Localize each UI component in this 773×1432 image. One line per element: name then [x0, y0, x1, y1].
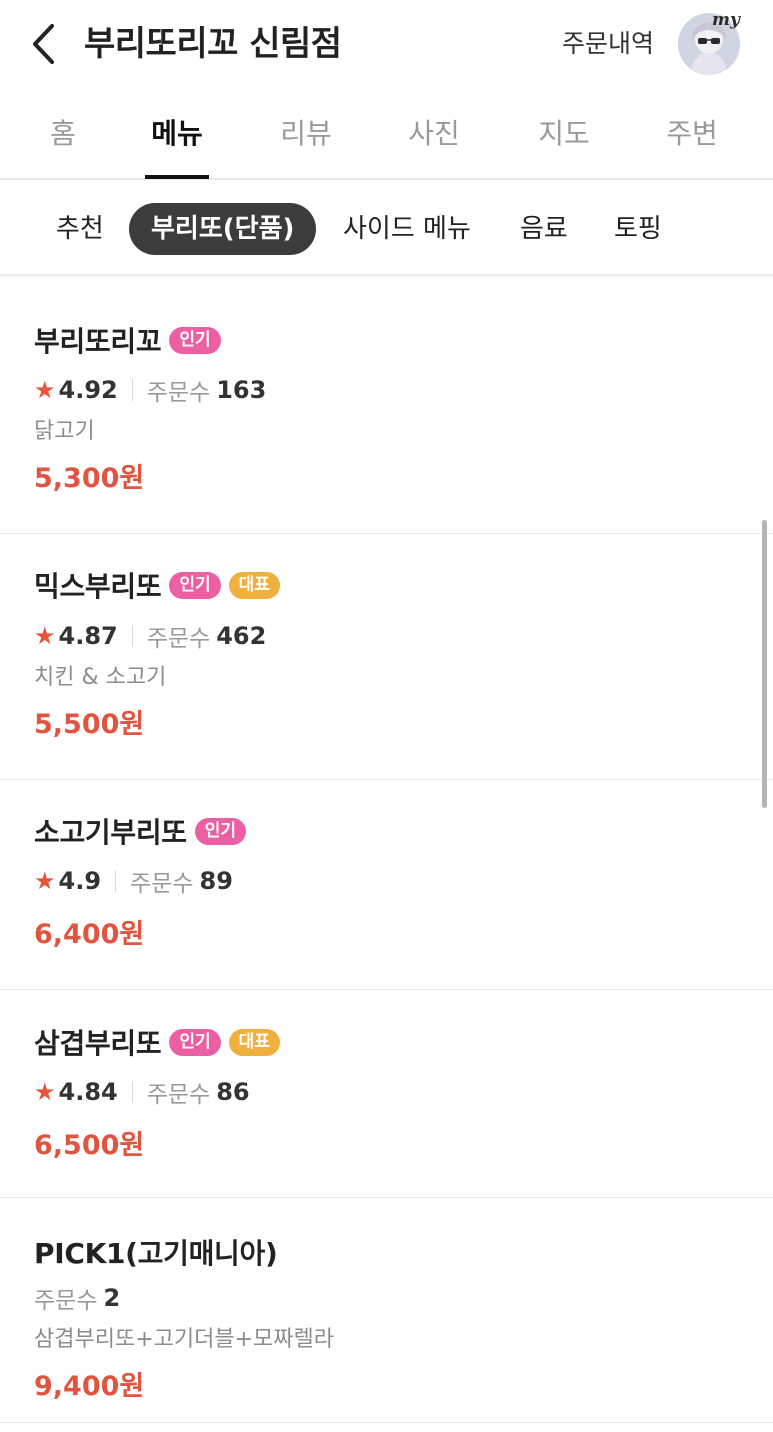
- menu-item-stats: 주문수 2: [34, 1281, 120, 1315]
- menu-item-title-row: 부리또리꼬 인기: [34, 320, 221, 360]
- rating-value: 4.87: [58, 622, 118, 650]
- menu-item-title-row: 삼겹부리또 인기 대표: [34, 1022, 280, 1062]
- menu-item[interactable]: PICK1(고기매니아) 주문수 2 삼겹부리또+고기더블+모짜렐라 9,400…: [0, 1198, 773, 1423]
- app-header: 부리또리꼬 신림점 주문내역 my: [0, 0, 773, 92]
- page-title: 부리또리꼬 신림점: [84, 24, 342, 64]
- orders-count: 163: [216, 376, 267, 404]
- orders-count: 86: [216, 1078, 250, 1106]
- category-chip-side-menu[interactable]: 사이드 메뉴: [343, 203, 471, 255]
- scrollbar[interactable]: [762, 520, 767, 808]
- menu-item[interactable]: 믹스부리또 인기 대표 ★ 4.87 주문수 462 치킨 & 소고기 5,50…: [0, 534, 773, 780]
- menu-item-description: 삼겹부리또+고기더블+모짜렐라: [34, 1327, 334, 1352]
- menu-item[interactable]: 삼겹부리또 인기 대표 ★ 4.84 주문수 86 6,500원: [0, 990, 773, 1198]
- main-tab-bar: 홈 메뉴 리뷰 사진 지도 주변: [0, 92, 773, 180]
- orders-label: 주문수: [34, 1288, 98, 1314]
- rating-value: 4.9: [58, 867, 102, 895]
- star-icon: ★: [34, 1078, 56, 1106]
- star-icon: ★: [34, 376, 56, 404]
- orders-count: 89: [199, 867, 233, 895]
- menu-item[interactable]: 소고기부리또 인기 ★ 4.9 주문수 89 6,400원: [0, 780, 773, 990]
- menu-item-name: PICK1(고기매니아): [34, 1237, 278, 1270]
- tab-nearby[interactable]: 주변: [660, 92, 724, 178]
- category-bar: 추천 부리또(단품) 사이드 메뉴 음료 토핑: [0, 180, 773, 276]
- tab-reviews[interactable]: 리뷰: [274, 92, 338, 178]
- star-icon: ★: [34, 622, 56, 650]
- back-button[interactable]: [22, 18, 68, 70]
- stats-divider: [131, 379, 133, 401]
- orders-label: 주문수: [130, 871, 194, 897]
- menu-item-stats: ★ 4.84 주문수 86: [34, 1075, 250, 1109]
- popular-badge: 인기: [169, 571, 221, 599]
- signature-badge: 대표: [228, 571, 280, 599]
- category-chip-recommended[interactable]: 추천: [56, 203, 104, 255]
- category-chip-toppings[interactable]: 토핑: [614, 203, 662, 255]
- tab-home[interactable]: 홈: [40, 92, 86, 178]
- popular-badge: 인기: [194, 817, 247, 845]
- tab-menu[interactable]: 메뉴: [145, 92, 209, 179]
- menu-item-price: 9,400원: [34, 1371, 145, 1402]
- menu-item-name: 부리또리꼬: [34, 325, 162, 358]
- orders-label: 주문수: [146, 1082, 211, 1108]
- popular-badge: 인기: [169, 326, 221, 354]
- popular-badge: 인기: [169, 1028, 221, 1056]
- stats-divider: [131, 1081, 133, 1103]
- category-chip-burrito[interactable]: 부리또(단품): [129, 203, 317, 255]
- menu-item-stats: ★ 4.92 주문수 163: [34, 373, 266, 407]
- stats-divider: [115, 870, 117, 892]
- menu-item-title-row: 믹스부리또 인기 대표: [34, 565, 280, 605]
- menu-item-description: 닭고기: [34, 419, 95, 444]
- orders-label: 주문수: [146, 380, 211, 406]
- rating-value: 4.84: [58, 1078, 118, 1106]
- menu-item-price: 5,500원: [34, 709, 145, 740]
- menu-item-name: 삼겹부리또: [34, 1027, 162, 1060]
- star-icon: ★: [34, 867, 56, 895]
- menu-item-stats: ★ 4.9 주문수 89: [34, 864, 233, 898]
- tab-map[interactable]: 지도: [532, 92, 596, 178]
- orders-count: 462: [216, 622, 267, 650]
- menu-item[interactable]: 부리또리꼬 인기 ★ 4.92 주문수 163 닭고기 5,300원: [0, 288, 773, 534]
- order-history-link[interactable]: 주문내역: [562, 26, 654, 62]
- menu-item-title-row: PICK1(고기매니아): [34, 1232, 278, 1272]
- my-badge: my: [712, 10, 740, 30]
- menu-item-price: 5,300원: [34, 463, 145, 494]
- orders-label: 주문수: [146, 626, 211, 652]
- menu-item-title-row: 소고기부리또 인기: [34, 811, 247, 851]
- category-chip-drinks[interactable]: 음료: [520, 203, 568, 255]
- menu-item-description: 치킨 & 소고기: [34, 665, 167, 690]
- chevron-left-icon: [33, 24, 54, 64]
- tab-photos[interactable]: 사진: [402, 92, 466, 178]
- menu-item-name: 믹스부리또: [34, 570, 162, 603]
- signature-badge: 대표: [228, 1028, 280, 1056]
- rating-value: 4.92: [58, 376, 118, 404]
- menu-item-name: 소고기부리또: [34, 816, 187, 849]
- menu-item-stats: ★ 4.87 주문수 462: [34, 619, 266, 653]
- stats-divider: [131, 625, 133, 647]
- menu-item-price: 6,500원: [34, 1130, 145, 1161]
- menu-item-price: 6,400원: [34, 919, 145, 950]
- orders-count: 2: [103, 1284, 121, 1312]
